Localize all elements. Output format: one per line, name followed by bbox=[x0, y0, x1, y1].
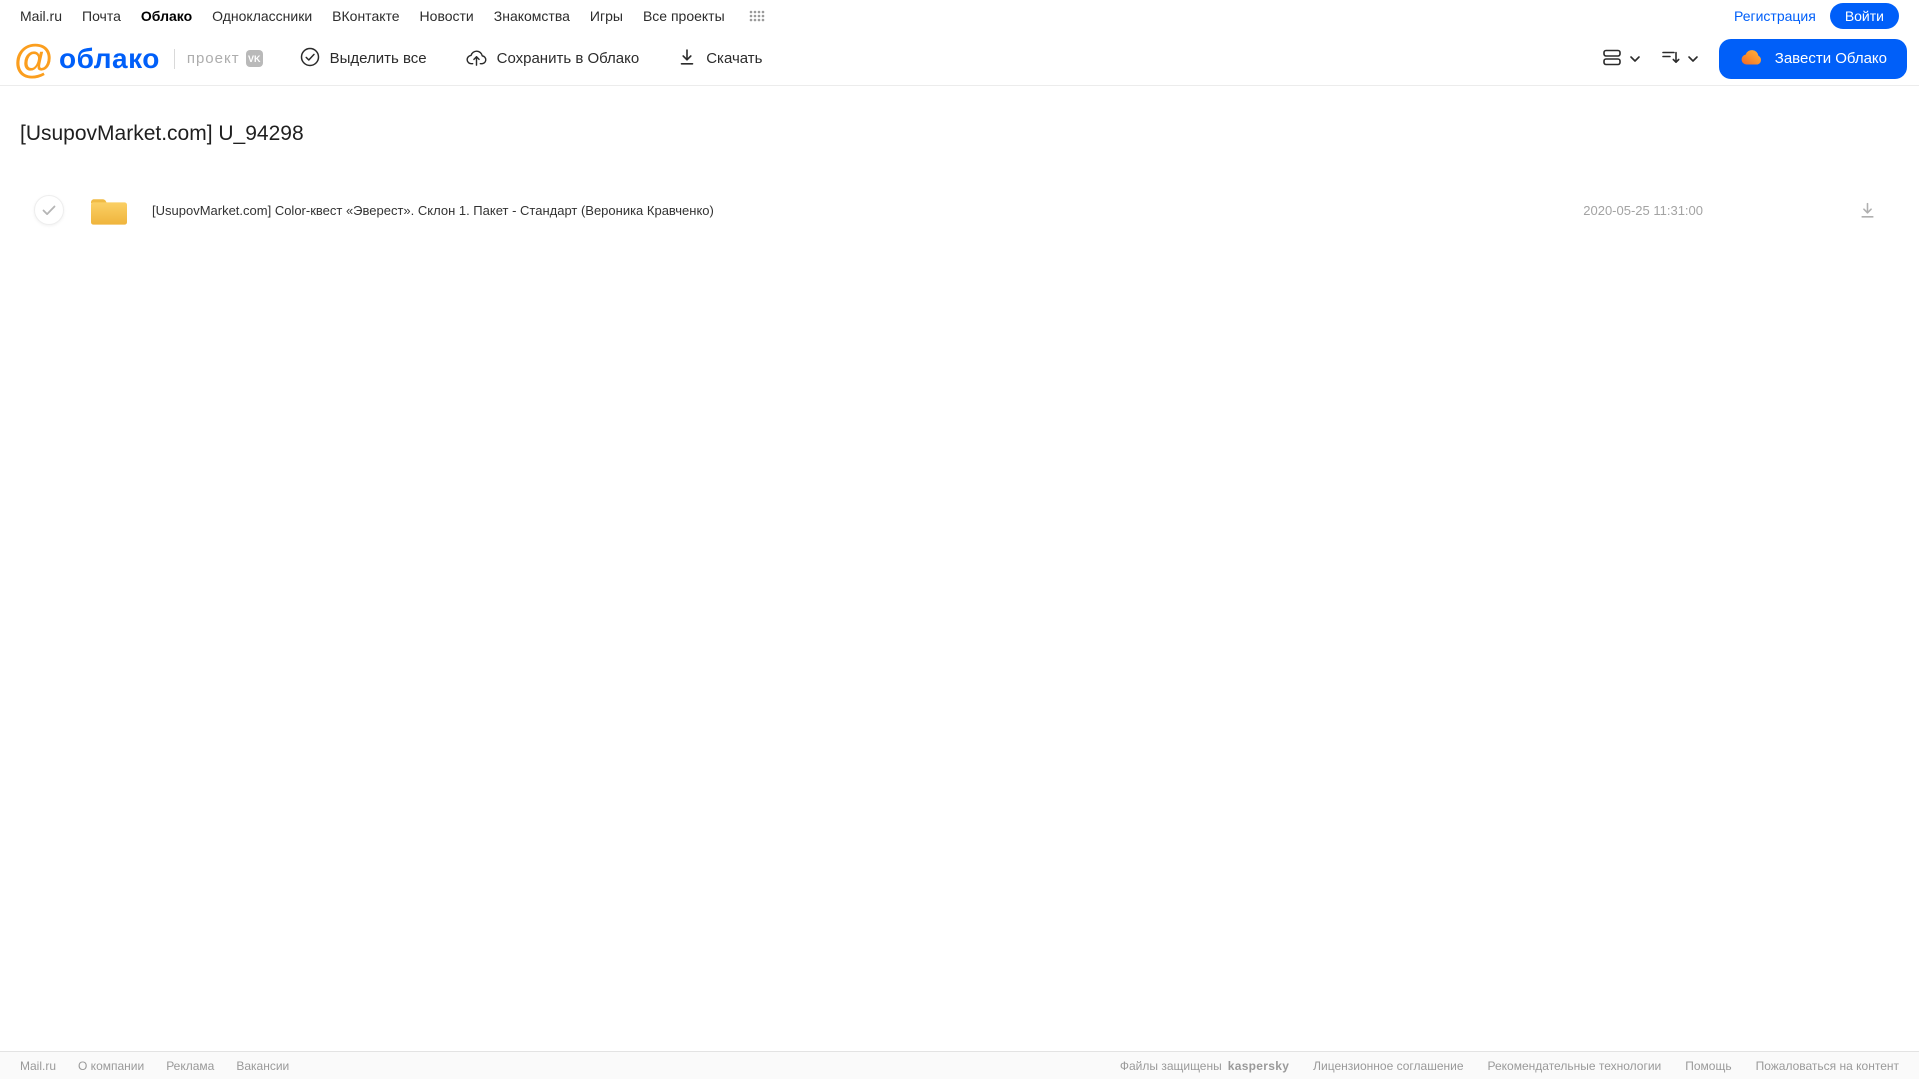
sort-icon bbox=[1661, 48, 1681, 70]
download-button[interactable]: Скачать bbox=[677, 47, 762, 71]
footer-right-links: Файлы защищены kaspersky Лицензионное со… bbox=[1120, 1059, 1899, 1073]
view-mode-control[interactable] bbox=[1601, 48, 1641, 70]
project-label: проект bbox=[186, 50, 240, 67]
portal-link-pochta[interactable]: Почта bbox=[82, 8, 121, 24]
get-cloud-button[interactable]: Завести Облако bbox=[1718, 38, 1907, 79]
footer-link-mailru[interactable]: Mail.ru bbox=[20, 1059, 56, 1073]
save-to-cloud-label: Сохранить в Облако bbox=[496, 50, 640, 67]
portal-link-vse-proekty[interactable]: Все проекты bbox=[643, 8, 725, 24]
footer-left-links: Mail.ru О компании Реклама Вакансии bbox=[20, 1059, 289, 1073]
cloud-logo[interactable]: @ облако проект VK bbox=[14, 39, 263, 79]
file-name-link[interactable]: [UsupovMarket.com] Color-квест «Эверест»… bbox=[152, 203, 714, 218]
svg-text:VK: VK bbox=[248, 54, 261, 63]
download-label: Скачать bbox=[706, 50, 763, 67]
save-to-cloud-button[interactable]: Сохранить в Облако bbox=[465, 46, 640, 72]
portal-nav: Mail.ru Почта Облако Одноклассники ВКонт… bbox=[0, 0, 1919, 32]
header-right-controls: Завести Облако bbox=[1601, 38, 1907, 79]
select-all-button[interactable]: Выделить все bbox=[299, 46, 427, 72]
files-protected-label: Файлы защищены bbox=[1119, 1058, 1222, 1073]
footer-link-license[interactable]: Лицензионное соглашение bbox=[1313, 1059, 1463, 1073]
sort-control[interactable] bbox=[1661, 48, 1699, 70]
file-date: 2020-05-25 11:31:00 bbox=[1583, 202, 1703, 218]
main-content: [UsupovMarket.com] U_94298 [UsupovMarket… bbox=[0, 122, 1919, 238]
footer: Mail.ru О компании Реклама Вакансии Файл… bbox=[0, 1051, 1919, 1079]
vk-badge-icon: VK bbox=[245, 50, 263, 67]
footer-link-company[interactable]: О компании bbox=[78, 1059, 144, 1073]
footer-link-help[interactable]: Помощь bbox=[1685, 1059, 1731, 1073]
portal-link-novosti[interactable]: Новости bbox=[420, 8, 474, 24]
files-protected: Файлы защищены kaspersky bbox=[1120, 1059, 1289, 1073]
login-button[interactable]: Войти bbox=[1829, 3, 1899, 29]
orange-cloud-icon bbox=[1739, 47, 1765, 71]
footer-link-report-content[interactable]: Пожаловаться на контент bbox=[1756, 1059, 1899, 1073]
file-download-button[interactable] bbox=[1858, 201, 1877, 220]
chevron-down-icon bbox=[1687, 51, 1699, 66]
list-view-icon bbox=[1601, 48, 1623, 70]
all-projects-grid-icon[interactable] bbox=[749, 10, 765, 22]
portal-auth: Регистрация Войти bbox=[1734, 3, 1899, 29]
portal-link-vkontakte[interactable]: ВКонтакте bbox=[332, 8, 399, 24]
download-icon bbox=[677, 47, 697, 71]
toolbar: Выделить все Сохранить в Облако Скачать bbox=[299, 46, 762, 72]
kaspersky-logo[interactable]: kaspersky bbox=[1228, 1059, 1289, 1073]
portal-links: Mail.ru Почта Облако Одноклассники ВКонт… bbox=[20, 8, 765, 24]
select-all-label: Выделить все bbox=[329, 50, 427, 67]
check-circle-icon bbox=[299, 46, 321, 72]
file-row[interactable]: [UsupovMarket.com] Color-квест «Эверест»… bbox=[20, 182, 1899, 238]
footer-link-reklama[interactable]: Реклама bbox=[166, 1059, 214, 1073]
cloud-logo-text: облако bbox=[59, 42, 160, 74]
footer-link-recommendations[interactable]: Рекомендательные технологии bbox=[1488, 1059, 1662, 1073]
portal-link-igry[interactable]: Игры bbox=[590, 8, 623, 24]
portal-link-znakomstva[interactable]: Знакомства bbox=[494, 8, 570, 24]
footer-link-vakansii[interactable]: Вакансии bbox=[236, 1059, 289, 1073]
cloud-upload-icon bbox=[465, 46, 488, 72]
logo-divider bbox=[173, 48, 175, 69]
portal-link-oblako[interactable]: Облако bbox=[141, 8, 192, 24]
portal-link-odnoklassniki[interactable]: Одноклассники bbox=[212, 8, 312, 24]
file-checkbox[interactable] bbox=[34, 195, 64, 225]
cloud-header: @ облако проект VK Выделить все Сохранит bbox=[0, 32, 1919, 86]
get-cloud-label: Завести Облако bbox=[1774, 50, 1887, 67]
registration-link[interactable]: Регистрация bbox=[1734, 8, 1816, 24]
portal-link-mailru[interactable]: Mail.ru bbox=[20, 8, 62, 24]
chevron-down-icon bbox=[1629, 51, 1641, 66]
page-title: [UsupovMarket.com] U_94298 bbox=[20, 122, 304, 145]
mailru-at-icon: @ bbox=[14, 36, 54, 81]
folder-icon bbox=[88, 192, 130, 228]
